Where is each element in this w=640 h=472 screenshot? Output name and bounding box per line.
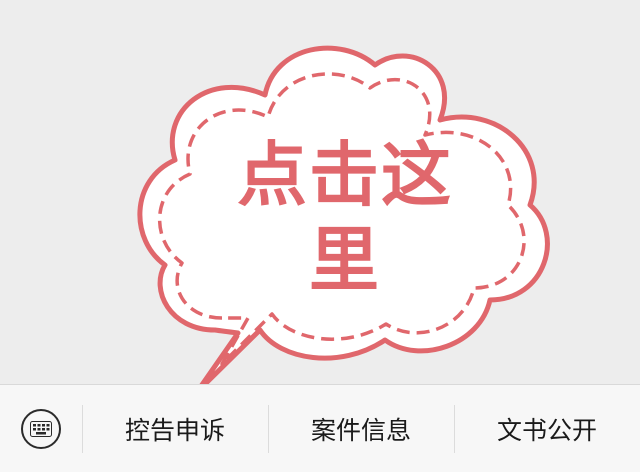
- bottom-menu-bar: 控告申诉 案件信息 文书公开: [0, 384, 640, 472]
- menu-item-document-disclosure[interactable]: 文书公开: [454, 385, 640, 472]
- bubble-text-line2: 里: [309, 219, 381, 301]
- menu-item-complaint-label: 控告申诉: [124, 415, 225, 445]
- article-content: 点击这 里: [0, 0, 640, 384]
- menu-item-document-disclosure-label: 文书公开: [496, 415, 597, 445]
- keyboard-toggle-button[interactable]: [0, 385, 82, 472]
- menu-item-case-info-label: 案件信息: [310, 415, 411, 445]
- menu-item-case-info[interactable]: 案件信息: [268, 385, 454, 472]
- bubble-text-line1: 点击这: [237, 134, 453, 216]
- keyboard-icon: [21, 408, 61, 449]
- menu-item-complaint[interactable]: 控告申诉: [82, 385, 268, 472]
